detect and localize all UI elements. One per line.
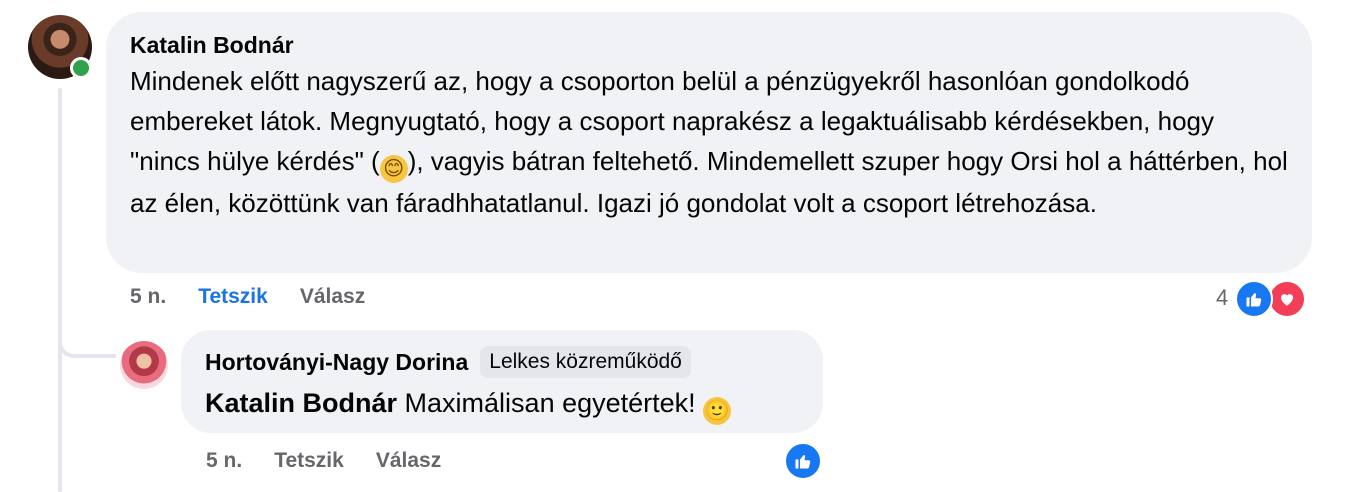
comment-timestamp[interactable]: 5 n. (130, 285, 166, 309)
reply-reply-button[interactable]: Válasz (376, 449, 441, 473)
reply-header: Hortoványi-Nagy Dorina Lelkes közreműköd… (205, 346, 799, 378)
reply-timestamp[interactable]: 5 n. (206, 449, 242, 473)
reply-bubble: Hortoványi-Nagy Dorina Lelkes közreműköd… (181, 330, 823, 433)
reply-author[interactable]: Hortoványi-Nagy Dorina (205, 347, 468, 377)
love-reaction-icon[interactable] (1268, 280, 1306, 318)
reply-actions: 5 n. Tetszik Válasz (206, 449, 441, 473)
reply-button[interactable]: Válasz (300, 285, 365, 309)
slight-smile-emoji-icon: 🙂 (703, 397, 732, 425)
mention-link[interactable]: Katalin Bodnár (205, 388, 397, 418)
reply-text: Katalin Bodnár Maximálisan egyetértek! 🙂 (205, 384, 799, 425)
comment-actions: 5 n. Tetszik Válasz (130, 285, 365, 309)
reaction-count[interactable]: 4 (1216, 285, 1228, 311)
like-reaction-icon[interactable] (1235, 280, 1273, 318)
contributor-badge[interactable]: Lelkes közreműködő (480, 346, 691, 378)
smiling-emoji-icon: 😊 (379, 155, 408, 183)
thread-line (58, 88, 62, 492)
like-button[interactable]: Tetszik (198, 285, 268, 309)
comment-text: Mindenek előtt nagyszerű az, hogy a csop… (130, 61, 1288, 223)
comment-author[interactable]: Katalin Bodnár (130, 30, 1288, 60)
like-reaction-icon[interactable] (784, 442, 822, 480)
reply-avatar[interactable] (120, 341, 168, 389)
online-status-icon (70, 57, 92, 79)
reply-like-button[interactable]: Tetszik (274, 449, 344, 473)
reply-message: Maximálisan egyetértek! (404, 388, 696, 418)
thread-connector (58, 320, 116, 358)
comment-bubble: Katalin Bodnár Mindenek előtt nagyszerű … (106, 12, 1312, 273)
